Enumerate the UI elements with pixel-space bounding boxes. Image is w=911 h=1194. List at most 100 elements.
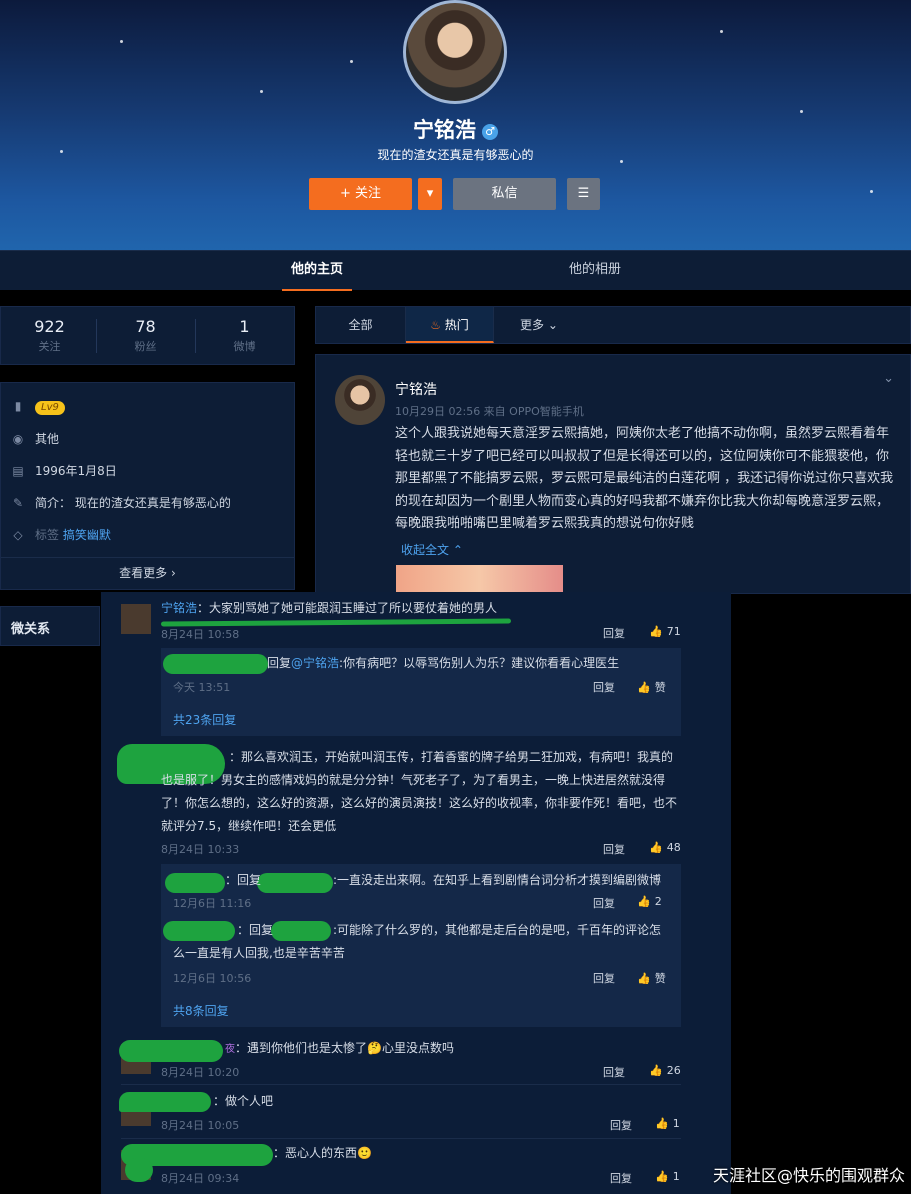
stat-posts-count: 1 (239, 317, 250, 336)
stat-posts-label: 微博 (233, 340, 256, 353)
reply-prefix: 回复 (267, 656, 292, 670)
comment-body: ：恶心人的东西 (273, 1146, 358, 1160)
like-count: 26 (666, 1064, 681, 1077)
comment-avatar[interactable] (121, 604, 151, 634)
more-replies-link[interactable]: 共8条回复 (173, 1002, 229, 1019)
like-button[interactable]: 👍 26 (649, 1064, 681, 1077)
tag-icon: ◇ (13, 528, 23, 542)
reply-button[interactable]: 回复 (603, 625, 625, 641)
night-badge-icon: 夜 (225, 1044, 235, 1055)
location-text: 其他 (35, 432, 60, 446)
reply-prefix: ：回复 (225, 873, 262, 887)
reply-body: :一直没走出来啊。在知乎上看到剧情台词分析才摸到编剧微博 (333, 873, 662, 887)
feed-tab-more[interactable]: 更多 ⌄ (494, 307, 584, 343)
redaction-mark (163, 654, 268, 674)
male-gender-icon: ♂ (482, 124, 498, 140)
reply-mention[interactable]: @宁铭浩 (291, 656, 339, 670)
like-count: 1 (672, 1117, 680, 1130)
tab-album[interactable]: 他的相册 (560, 251, 630, 291)
thumbs-up-icon: 👍 (649, 1064, 663, 1077)
like-count: 71 (666, 625, 681, 638)
tag-label: 标签 (35, 528, 60, 542)
post-avatar[interactable] (335, 375, 385, 425)
collapse-link[interactable]: 收起全文 ⌃ (401, 541, 463, 558)
redaction-mark (119, 1040, 223, 1062)
thumbs-up-icon: 👍 (655, 1170, 669, 1183)
praise-button[interactable]: 👍 赞 (637, 970, 666, 986)
location-pin-icon: ◉ (12, 432, 24, 446)
profile-avatar[interactable] (403, 0, 507, 104)
edit-icon: ✎ (12, 496, 24, 510)
like-count: 48 (666, 841, 681, 854)
redaction-mark (119, 1092, 211, 1112)
divider (121, 1138, 681, 1139)
post-image[interactable] (396, 565, 563, 595)
reply-button[interactable]: 回复 (593, 895, 615, 911)
like-button[interactable]: 👍 2 (637, 895, 662, 908)
feed-tabs: 全部 ♨ 热门 更多 ⌄ (315, 306, 911, 344)
message-button[interactable]: 私信 (453, 178, 556, 210)
reply-button[interactable]: 回复 (603, 1064, 625, 1080)
redaction-mark (125, 1158, 153, 1182)
like-button[interactable]: 👍 71 (649, 625, 681, 638)
birthday-text: 1996年1月8日 (35, 464, 117, 478)
reply-button[interactable]: 回复 (593, 679, 615, 695)
reply-button[interactable]: 回复 (610, 1117, 632, 1133)
like-button[interactable]: 👍 48 (649, 841, 681, 854)
reply-thread: ：回复 :一直没走出来啊。在知乎上看到剧情台词分析才摸到编剧微博 12月6日 1… (161, 864, 681, 1027)
view-more-link[interactable]: 查看更多 › (1, 557, 294, 581)
praise-label: 赞 (654, 972, 666, 985)
follow-dropdown-button[interactable]: ▾ (418, 178, 442, 210)
thumbs-up-icon: 👍 (649, 625, 663, 638)
comment-time: 8月24日 10:20 (161, 1066, 240, 1079)
micro-relations-title: 微关系 (11, 622, 51, 637)
stat-following-label: 关注 (38, 340, 61, 353)
comment-author[interactable]: 宁铭浩 (161, 601, 197, 615)
collapse-label: 收起全文 (401, 543, 450, 557)
reply-text: 回复@宁铭浩:你有病吧？以辱骂伤别人为乐？建议你看看心理医生 (267, 652, 619, 675)
reply-time: 今天 13:51 (173, 681, 231, 694)
intro-row: ✎ 简介： 现在的渣女还真是有够恶心的 (11, 494, 231, 511)
stat-following[interactable]: 922 关注 (1, 317, 98, 354)
stat-fans[interactable]: 78 粉丝 (97, 317, 194, 354)
profile-tabs: 他的主页 他的相册 (0, 250, 911, 291)
feed-tab-all[interactable]: 全部 (316, 307, 406, 343)
like-button[interactable]: 👍 1 (655, 1170, 680, 1183)
reply-body: :可能除了什么罗的，其他都是走后台的是吧，千百年的评论怎么一直是有人回我,也是辛… (173, 923, 662, 960)
like-button[interactable]: 👍 1 (655, 1117, 680, 1130)
stat-posts[interactable]: 1 微博 (196, 317, 293, 354)
post-options-chevron-icon[interactable]: ⌄ (883, 371, 894, 386)
reply-button[interactable]: 回复 (610, 1170, 632, 1186)
caret-down-icon: ▾ (426, 186, 434, 201)
level-row: ▮ Lv9 (11, 399, 65, 415)
chevron-down-icon: ⌄ (547, 318, 558, 332)
reply-body: :你有病吧？以辱骂伤别人为乐？建议你看看心理医生 (339, 656, 620, 670)
comment-time: 8月24日 10:58 (161, 628, 240, 641)
follow-button[interactable]: + 关注 (309, 178, 412, 210)
tag-link[interactable]: 搞笑幽默 (63, 528, 111, 542)
watermark: 天涯社区@快乐的围观群众 (712, 1166, 905, 1185)
tab-home[interactable]: 他的主页 (282, 251, 352, 291)
comment-time: 8月24日 10:33 (161, 843, 240, 856)
thumbs-up-icon: 👍 (637, 895, 651, 908)
praise-button[interactable]: 👍 赞 (637, 679, 666, 695)
flame-icon: ♨ (430, 318, 441, 332)
comment-time: 8月24日 10:05 (161, 1119, 240, 1132)
reply-time: 12月6日 10:56 (173, 972, 252, 985)
comment-time: 8月24日 09:34 (161, 1172, 240, 1185)
feed-tab-hot-label: 热门 (444, 318, 469, 332)
profile-banner: 宁铭浩 ♂ 现在的渣女还真是有够恶心的 + 关注 ▾ 私信 ☰ (0, 0, 911, 250)
feed-tab-hot[interactable]: ♨ 热门 (406, 307, 494, 343)
post-author[interactable]: 宁铭浩 (395, 379, 437, 399)
view-more-label: 查看更多 (119, 566, 168, 580)
level-badge[interactable]: Lv9 (35, 401, 65, 415)
reply-button[interactable]: 回复 (603, 841, 625, 857)
reply-button[interactable]: 回复 (593, 970, 615, 986)
bookmark-icon: ▮ (14, 399, 22, 413)
chevron-up-icon: ⌃ (452, 543, 463, 557)
menu-button[interactable]: ☰ (567, 178, 600, 210)
smile-emoji-icon: 🙂 (357, 1146, 372, 1160)
stats-panel: 922 关注 78 粉丝 1 微博 (0, 306, 295, 365)
thumbs-up-icon: 👍 (637, 972, 651, 985)
more-replies-link[interactable]: 共23条回复 (173, 711, 236, 728)
